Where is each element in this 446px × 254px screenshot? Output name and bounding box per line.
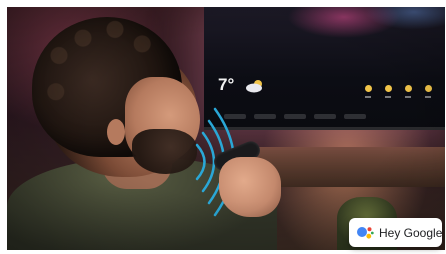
- forecast-day: [444, 85, 445, 98]
- forecast-day: [404, 85, 412, 98]
- tv-chip: [314, 114, 336, 119]
- sun-icon: [424, 85, 432, 92]
- tv-chip: [284, 114, 306, 119]
- tv-chip: [254, 114, 276, 119]
- person-ear: [107, 119, 125, 145]
- hey-google-badge: Hey Google: [349, 218, 442, 247]
- cloud-sun-icon: [246, 80, 262, 93]
- person-hand: [219, 157, 281, 217]
- sun-icon: [364, 85, 372, 92]
- sun-icon: [404, 85, 412, 92]
- forecast-day: [424, 85, 432, 98]
- tv-chip: [344, 114, 366, 119]
- hey-google-label: Hey Google: [379, 225, 443, 240]
- forecast-day: [364, 85, 372, 98]
- tv-stand: [257, 147, 445, 187]
- forecast-day: [384, 85, 392, 98]
- photo: 7°: [7, 7, 445, 250]
- google-assistant-icon: [357, 226, 374, 239]
- tv-forecast-row: [364, 85, 445, 98]
- tv-temperature: 7°: [218, 75, 235, 94]
- sun-icon: [444, 85, 445, 92]
- sun-icon: [384, 85, 392, 92]
